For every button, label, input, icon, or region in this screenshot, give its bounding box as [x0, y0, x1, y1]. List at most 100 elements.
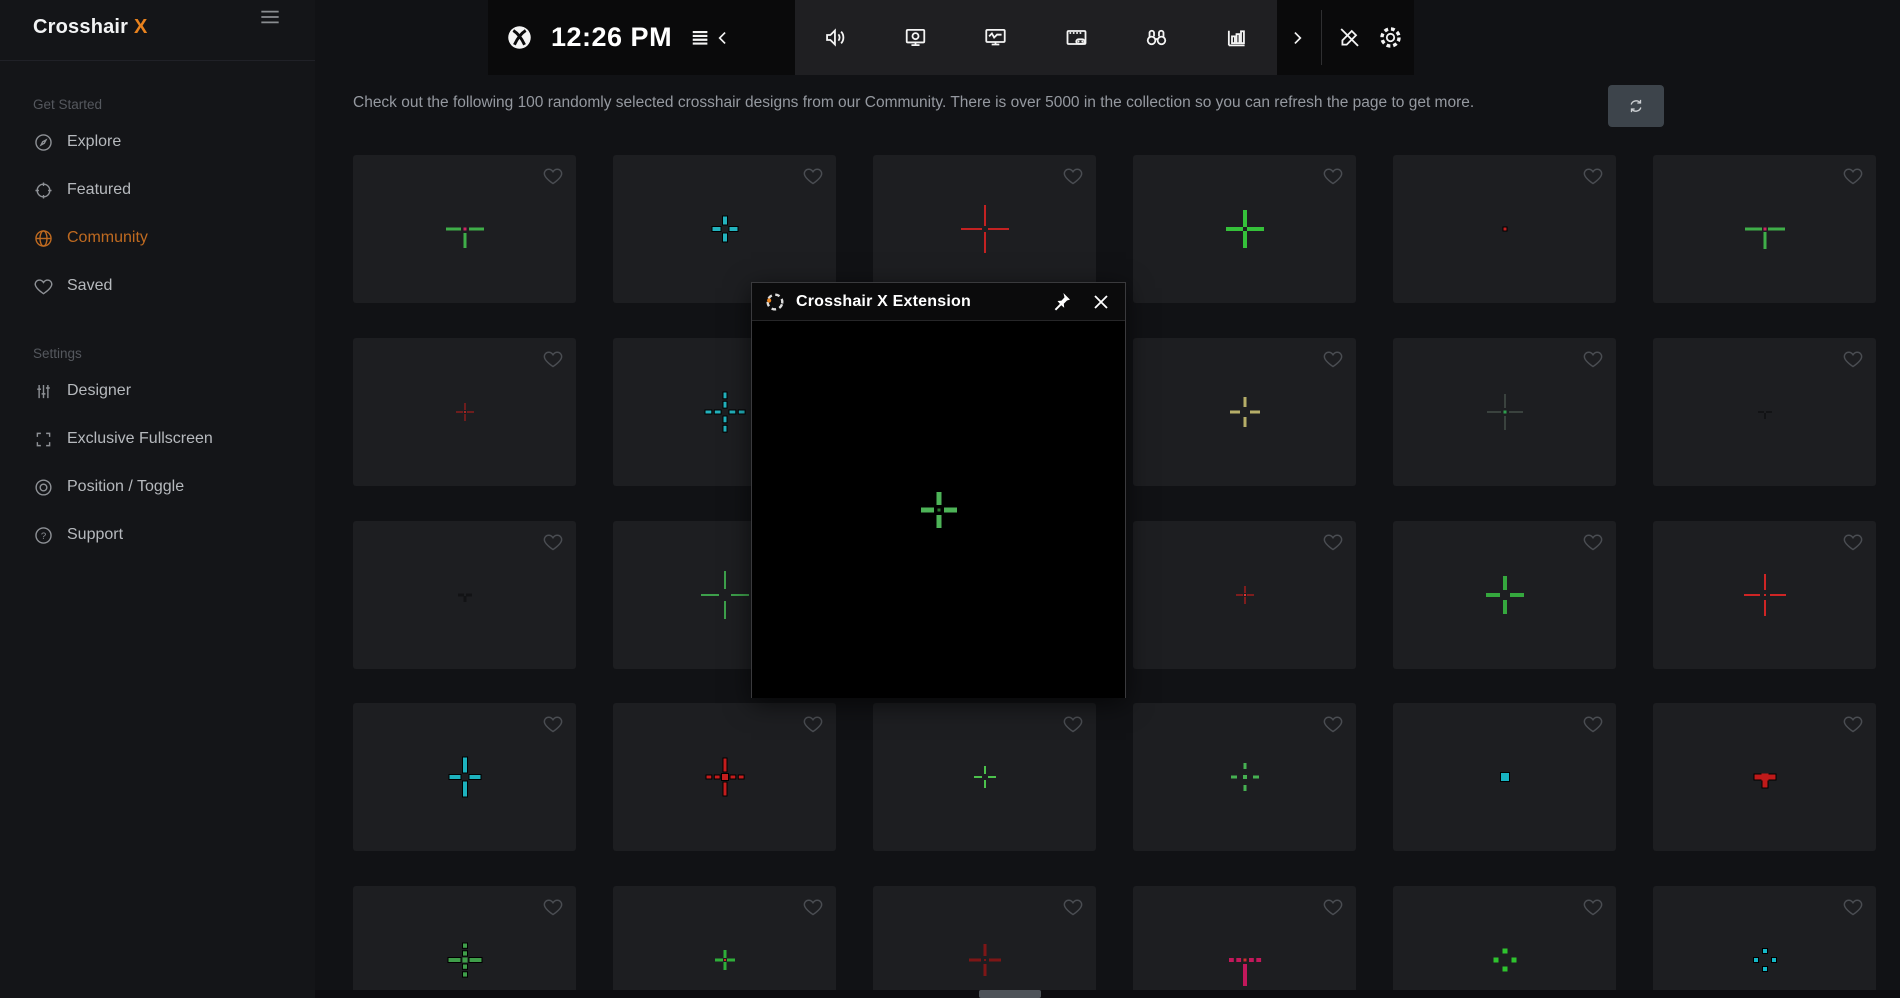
favorite-button[interactable] [1322, 165, 1344, 187]
favorite-button[interactable] [802, 165, 824, 187]
favorite-button[interactable] [1582, 896, 1604, 918]
gallery-icon[interactable] [1063, 24, 1090, 51]
favorite-button[interactable] [802, 896, 824, 918]
refresh-button[interactable] [1608, 85, 1664, 127]
favorite-button[interactable] [542, 896, 564, 918]
crosshair-tile[interactable] [1653, 155, 1876, 303]
favorite-button[interactable] [1062, 896, 1084, 918]
crosshair-tile[interactable] [353, 886, 576, 998]
crosshair-tile[interactable] [353, 703, 576, 851]
crosshair-tile[interactable] [873, 703, 1096, 851]
favorite-button[interactable] [1842, 165, 1864, 187]
favorite-button[interactable] [1582, 165, 1604, 187]
capture-icon[interactable] [902, 24, 929, 51]
crosshair-tile[interactable] [353, 155, 576, 303]
crosshair-tile[interactable] [1393, 155, 1616, 303]
crosshair-preview [1473, 745, 1537, 809]
crosshair-tile[interactable] [1133, 338, 1356, 486]
favorite-button[interactable] [1582, 348, 1604, 370]
extension-window-titlebar[interactable]: Crosshair X Extension [752, 283, 1125, 321]
favorite-button[interactable] [1842, 896, 1864, 918]
scrollbar-thumb[interactable] [979, 990, 1041, 998]
heart-icon [1322, 531, 1344, 553]
heart-icon [1842, 713, 1864, 735]
sidebar-item-explore[interactable]: Explore [0, 118, 315, 166]
favorite-button[interactable] [1322, 713, 1344, 735]
crosshair-tile[interactable] [1393, 886, 1616, 998]
chevron-right-icon[interactable] [1287, 28, 1307, 48]
audio-icon[interactable] [822, 24, 849, 51]
favorite-button[interactable] [1842, 348, 1864, 370]
close-button[interactable] [1089, 290, 1113, 314]
hamburger-icon[interactable] [257, 4, 283, 30]
heart-icon [1322, 896, 1344, 918]
pen-off-icon[interactable] [1336, 24, 1363, 51]
crosshair-tile[interactable] [353, 521, 576, 669]
crosshair-preview [693, 197, 757, 261]
favorite-button[interactable] [542, 531, 564, 553]
crosshair-tile[interactable] [613, 886, 836, 998]
favorite-button[interactable] [1582, 531, 1604, 553]
sidebar-item-label: Designer [67, 382, 131, 400]
favorite-button[interactable] [802, 713, 824, 735]
crosshair-tile[interactable] [1133, 703, 1356, 851]
crosshair-tile[interactable] [1133, 155, 1356, 303]
performance-icon[interactable] [982, 24, 1009, 51]
xbox-logo-icon[interactable] [506, 24, 533, 51]
crosshair-tile[interactable] [353, 338, 576, 486]
pin-button[interactable] [1049, 290, 1073, 314]
crosshair-tile[interactable] [873, 886, 1096, 998]
crosshair-tile[interactable] [1653, 338, 1876, 486]
crosshair-tile[interactable] [1393, 703, 1616, 851]
crosshair-tile[interactable] [1133, 521, 1356, 669]
favorite-button[interactable] [1582, 713, 1604, 735]
sidebar-item-designer[interactable]: Designer [0, 367, 315, 415]
heart-icon [1842, 531, 1864, 553]
sidebar-item-community[interactable]: Community [0, 214, 315, 262]
chevron-left-icon[interactable] [713, 28, 733, 48]
favorite-button[interactable] [1842, 713, 1864, 735]
crosshair-preview [433, 745, 497, 809]
favorite-button[interactable] [1322, 348, 1344, 370]
fullscreen-icon [33, 429, 54, 450]
looking-for-group-icon[interactable] [1143, 24, 1170, 51]
heart-icon [802, 165, 824, 187]
favorite-button[interactable] [542, 348, 564, 370]
favorite-button[interactable] [542, 165, 564, 187]
gamebar-left-section: 12:26 PM [488, 0, 795, 75]
sidebar-item-position-toggle[interactable]: Position / Toggle [0, 463, 315, 511]
sidebar-item-label: Position / Toggle [67, 478, 184, 496]
crosshair-tile[interactable] [613, 703, 836, 851]
sidebar-item-exclusive-fullscreen[interactable]: Exclusive Fullscreen [0, 415, 315, 463]
heart-icon [802, 896, 824, 918]
crosshair-tile[interactable] [1393, 338, 1616, 486]
crosshair-preview [433, 380, 497, 444]
crosshair-tile[interactable] [1653, 521, 1876, 669]
crosshair-tile[interactable] [613, 155, 836, 303]
pin-icon [1049, 290, 1073, 314]
crosshair-preview [1213, 745, 1277, 809]
crosshair-tile[interactable] [1653, 886, 1876, 998]
favorite-button[interactable] [542, 713, 564, 735]
crosshair-tile[interactable] [1653, 703, 1876, 851]
sidebar-item-label: Featured [67, 181, 131, 199]
crosshair-tile[interactable] [873, 155, 1096, 303]
favorite-button[interactable] [1062, 165, 1084, 187]
crosshair-tile[interactable] [1393, 521, 1616, 669]
crosshair-preview [1473, 380, 1537, 444]
sidebar-item-support[interactable]: ?Support [0, 511, 315, 559]
widgets-menu-icon[interactable] [686, 24, 713, 51]
heart-icon [1322, 713, 1344, 735]
favorite-button[interactable] [1322, 531, 1344, 553]
extension-window: Crosshair X Extension [751, 282, 1126, 698]
resources-icon[interactable] [1223, 24, 1250, 51]
sidebar-item-saved[interactable]: Saved [0, 262, 315, 310]
favorite-button[interactable] [1062, 713, 1084, 735]
settings-gear-icon[interactable] [1377, 24, 1404, 51]
crosshair-tile[interactable] [1133, 886, 1356, 998]
favorite-button[interactable] [1322, 896, 1344, 918]
sidebar-item-featured[interactable]: Featured [0, 166, 315, 214]
crosshair-preview [953, 745, 1017, 809]
favorite-button[interactable] [1842, 531, 1864, 553]
close-icon [1089, 290, 1113, 314]
